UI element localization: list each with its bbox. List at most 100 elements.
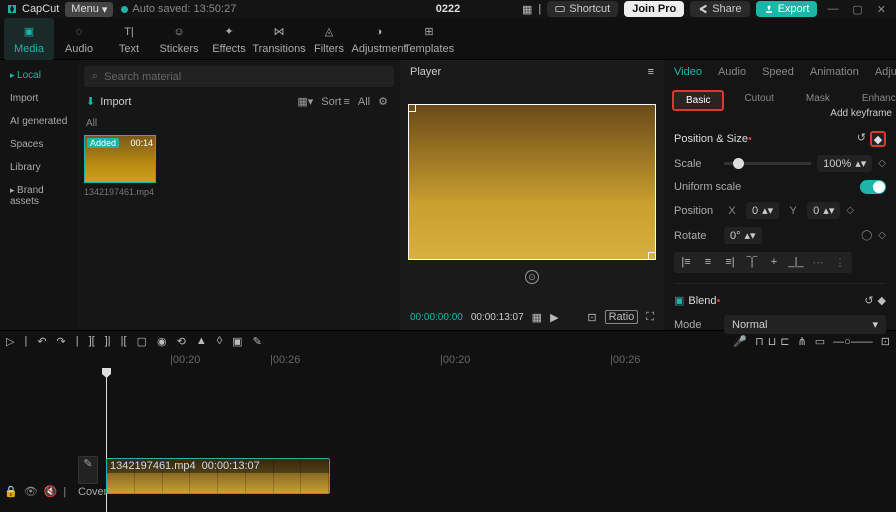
media-source-list: Local Import AI generated Spaces Library… xyxy=(0,60,78,330)
autocut-icon[interactable]: ✎ xyxy=(253,335,262,348)
add-keyframe-button[interactable]: ◆ xyxy=(870,131,886,147)
close-button[interactable]: ✕ xyxy=(873,3,890,16)
asset-thumbnail[interactable]: Added 00:14 1342197461.mp4 xyxy=(84,135,156,197)
inspector-tab-speed[interactable]: Speed xyxy=(758,64,798,80)
zoom-out-icon[interactable]: ▭ xyxy=(815,335,825,348)
join-pro-button[interactable]: Join Pro xyxy=(624,1,684,17)
source-library[interactable]: Library xyxy=(0,156,78,179)
align-hcenter-icon[interactable]: ≡ xyxy=(700,256,716,269)
scale-value[interactable]: 100% ▴▾ xyxy=(817,155,872,172)
crop-icon[interactable]: ▣ xyxy=(232,335,242,348)
align-top-icon[interactable]: ‾|‾ xyxy=(744,256,760,269)
adjustment-icon: ◑ xyxy=(376,23,383,41)
timeline-clip[interactable]: 1342197461.mp400:00:13:07 xyxy=(106,458,330,494)
pos-x-input[interactable]: 0 ▴▾ xyxy=(746,202,779,219)
keyframe-diamond-icon[interactable]: ◇ xyxy=(878,158,886,169)
play-button[interactable]: ▶ xyxy=(550,311,558,324)
tool-audio[interactable]: ◌Audio xyxy=(54,18,104,60)
minimize-button[interactable]: — xyxy=(823,3,842,15)
subtab-cutout[interactable]: Cutout xyxy=(732,90,785,111)
align-vcenter-icon[interactable]: + xyxy=(766,256,782,269)
tracks-area[interactable]: 🔒 👁 🔇 | ✎Cover 1342197461.mp400:00:13:07 xyxy=(0,370,896,512)
split-icon[interactable]: ][ xyxy=(89,335,95,348)
preview-canvas[interactable] xyxy=(408,104,656,260)
hide-track-icon[interactable]: 👁 xyxy=(24,485,38,498)
mic-icon[interactable]: 🎤 xyxy=(733,335,747,348)
tool-media[interactable]: ▣Media xyxy=(4,18,54,60)
reverse-icon[interactable]: ⟲ xyxy=(177,335,186,348)
mirror-icon[interactable]: ▲ xyxy=(196,335,207,348)
grid-icon[interactable]: ▦ xyxy=(532,311,542,324)
magnet-icon[interactable]: ⊓ xyxy=(755,335,764,348)
tool-filters[interactable]: ◬Filters xyxy=(304,18,354,60)
align-left-icon[interactable]: |≡ xyxy=(678,256,694,269)
link-icon[interactable]: ⊔ xyxy=(768,335,777,348)
inspector-tab-animation[interactable]: Animation xyxy=(806,64,863,80)
mute-track-icon[interactable]: 🔇 xyxy=(44,485,58,498)
tool-templates[interactable]: ⊞Templates xyxy=(404,18,454,60)
sort-button[interactable]: Sort ≡ xyxy=(317,96,354,108)
freeze-icon[interactable]: ◊ xyxy=(217,335,222,348)
menu-button[interactable]: Menu▾ xyxy=(65,2,113,17)
rotate-dial-icon[interactable]: ◯ xyxy=(861,230,872,241)
anchor-icon[interactable]: ⊙ xyxy=(525,270,539,284)
delete-icon[interactable]: ▢ xyxy=(137,335,147,348)
safezone-icon[interactable]: ⊡ xyxy=(587,311,596,324)
pos-y-input[interactable]: 0 ▴▾ xyxy=(807,202,840,219)
align-right-icon[interactable]: ≡| xyxy=(722,256,738,269)
import-button[interactable]: ⬇Import xyxy=(86,95,131,108)
time-ruler[interactable]: |00:20 |00:26 |00:20 |00:26 xyxy=(100,352,896,370)
redo-icon[interactable]: ↷ xyxy=(57,335,66,348)
thumbnail-image: Added 00:14 xyxy=(84,135,156,183)
keyframe-blend-icon[interactable]: ◆ xyxy=(878,294,886,307)
tool-adjustment[interactable]: ◑Adjustment xyxy=(354,18,404,60)
rotate-input[interactable]: 0° ▴▾ xyxy=(724,227,762,244)
cover-button[interactable]: ✎Cover xyxy=(78,456,100,498)
player-menu-icon[interactable]: ≡ xyxy=(648,66,654,78)
tool-text[interactable]: T|Text xyxy=(104,18,154,60)
keyframe-diamond-icon[interactable]: ◇ xyxy=(846,205,854,216)
select-tool-icon[interactable]: ▷ xyxy=(6,335,14,348)
current-time: 00:00:00:00 xyxy=(410,312,463,323)
align-bottom-icon[interactable]: _|_ xyxy=(788,256,804,269)
source-local[interactable]: Local xyxy=(0,64,78,87)
align-bar: |≡ ≡ ≡| ‾|‾ + _|_ ⋯ ⋮ xyxy=(674,252,852,273)
trim-left-icon[interactable]: ]| xyxy=(105,335,111,348)
tool-transitions[interactable]: ⋈Transitions xyxy=(254,18,304,60)
marker-icon[interactable]: ⋔ xyxy=(798,335,807,348)
fullscreen-icon[interactable]: ⛶ xyxy=(646,311,654,324)
keyframe-diamond-icon[interactable]: ◇ xyxy=(878,230,886,241)
ratio-button[interactable]: Ratio xyxy=(605,310,639,324)
shortcut-button[interactable]: Shortcut xyxy=(547,1,618,17)
check-icon: ▣ xyxy=(674,294,684,307)
filter-options-button[interactable]: ⚙ xyxy=(374,95,392,108)
inspector-tab-adjust[interactable]: Adjust xyxy=(871,64,896,80)
view-grid-button[interactable]: ▦▾ xyxy=(293,95,317,108)
zoom-slider[interactable]: —○—— xyxy=(833,336,873,348)
undo-icon[interactable]: ↶ xyxy=(37,335,46,348)
source-ai[interactable]: AI generated xyxy=(0,110,78,133)
layout-icon[interactable]: ▦ xyxy=(522,3,532,16)
snap-icon[interactable]: ⊏ xyxy=(780,335,789,348)
lock-track-icon[interactable]: 🔒 xyxy=(4,485,18,498)
inspector-tab-audio[interactable]: Audio xyxy=(714,64,750,80)
export-button[interactable]: Export xyxy=(756,1,818,17)
trim-right-icon[interactable]: |[ xyxy=(121,335,127,348)
record-icon[interactable]: ◉ xyxy=(157,335,167,348)
source-brand[interactable]: Brand assets xyxy=(0,179,78,213)
zoom-fit-icon[interactable]: ⊡ xyxy=(881,335,890,348)
subtab-basic[interactable]: Basic xyxy=(672,90,724,111)
uniform-scale-toggle[interactable] xyxy=(860,180,886,194)
share-button[interactable]: Share xyxy=(690,1,749,17)
reset-blend-icon[interactable]: ↺ xyxy=(864,294,873,307)
tool-stickers[interactable]: ☺Stickers xyxy=(154,18,204,60)
source-import[interactable]: Import xyxy=(0,87,78,110)
scale-slider[interactable] xyxy=(724,162,811,165)
tool-effects[interactable]: ✦Effects xyxy=(204,18,254,60)
search-input[interactable]: ⌕Search material xyxy=(84,66,394,87)
maximize-button[interactable]: ▢ xyxy=(848,3,866,16)
source-spaces[interactable]: Spaces xyxy=(0,133,78,156)
inspector-tab-video[interactable]: Video xyxy=(670,64,706,80)
filter-all-button[interactable]: All xyxy=(354,96,374,108)
reset-pos-icon[interactable]: ↺ xyxy=(857,131,866,147)
